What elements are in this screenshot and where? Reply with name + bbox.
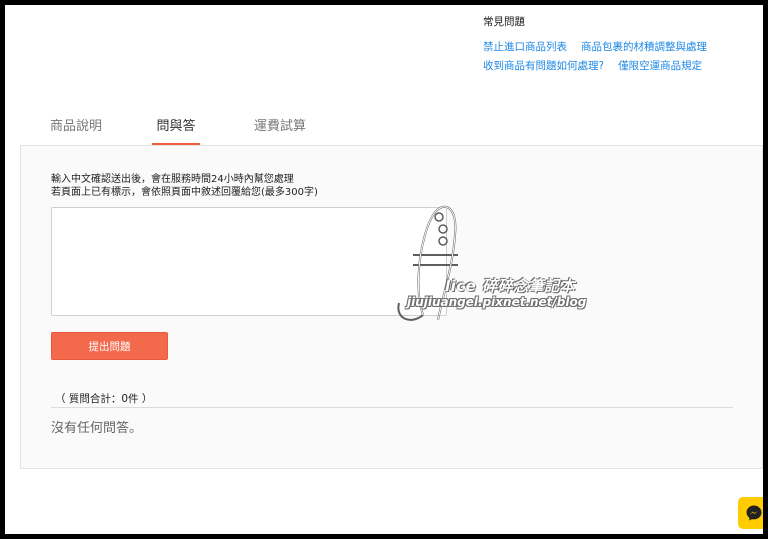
- tab-description[interactable]: 商品說明: [46, 117, 106, 145]
- watermark-brand: lice 碎碎念筆記本: [445, 277, 576, 295]
- tab-qa[interactable]: 問與答: [152, 117, 200, 145]
- faq-row: 收到商品有問題如何處理? 僅限空運商品規定: [483, 58, 707, 73]
- product-page: 常見問題 禁止進口商品列表 商品包裹的材積調整與處理 收到商品有問題如何處理? …: [5, 5, 763, 534]
- question-count: （ 質問合計：0件 ）: [55, 393, 153, 405]
- faq-link-package-volume[interactable]: 商品包裹的材積調整與處理: [581, 39, 707, 54]
- faq-row: 禁止進口商品列表 商品包裹的材積調整與處理: [483, 39, 707, 54]
- divider: [51, 407, 733, 408]
- product-tabs: 商品說明 問與答 運費試算: [20, 117, 763, 145]
- qa-hint: 輸入中文確認送出後，會在服務時間24小時內幫您處理 若頁面上已有標示，會依照頁面…: [51, 173, 318, 199]
- tab-shipping-calc[interactable]: 運費試算: [250, 117, 310, 145]
- empty-qa-message: 沒有任何問答。: [51, 421, 143, 436]
- faq-link-air-shipping-rules[interactable]: 僅限空運商品規定: [618, 58, 702, 73]
- faq-section: 常見問題 禁止進口商品列表 商品包裹的材積調整與處理 收到商品有問題如何處理? …: [483, 14, 707, 77]
- watermark-logo-icon: [397, 205, 458, 321]
- messenger-icon: [746, 505, 762, 521]
- watermark: lice 碎碎念筆記本 jiujiuangel.pixnet.net/blog: [383, 195, 613, 335]
- messenger-button[interactable]: [738, 497, 763, 529]
- faq-link-prohibited-items[interactable]: 禁止進口商品列表: [483, 39, 567, 54]
- submit-question-button[interactable]: 提出問題: [51, 332, 168, 360]
- faq-title: 常見問題: [483, 16, 525, 28]
- faq-link-product-issue[interactable]: 收到商品有問題如何處理?: [483, 58, 604, 73]
- watermark-url: jiujiuangel.pixnet.net/blog: [407, 295, 587, 309]
- qa-hint-line: 若頁面上已有標示，會依照頁面中敘述回覆給您(最多300字): [51, 187, 318, 198]
- qa-hint-line: 輸入中文確認送出後，會在服務時間24小時內幫您處理: [51, 174, 294, 185]
